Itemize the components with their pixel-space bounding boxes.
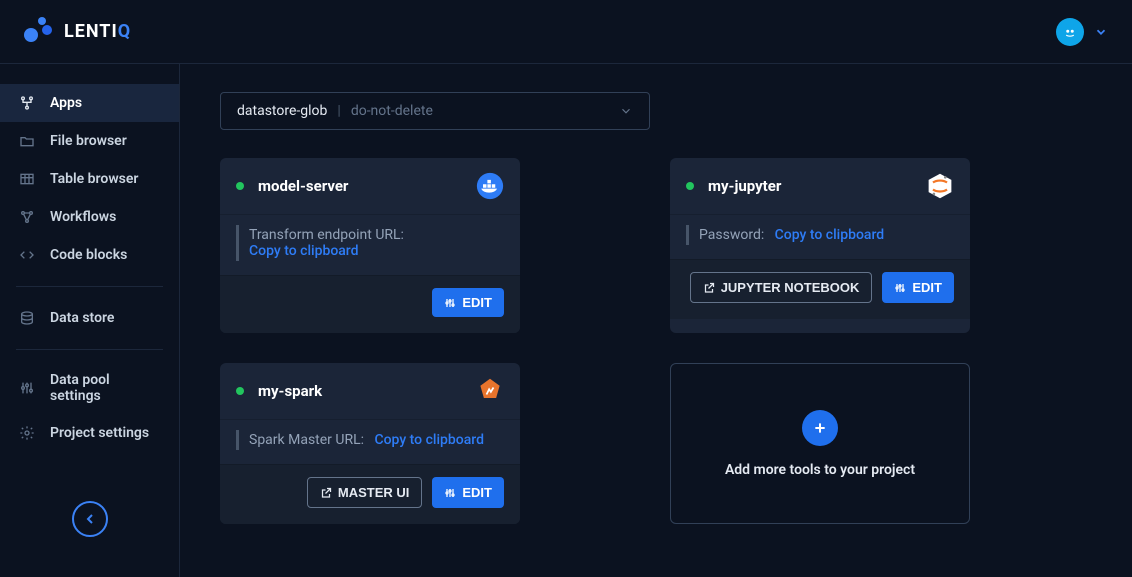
table-icon bbox=[18, 170, 36, 188]
add-tool-card[interactable]: Add more tools to your project bbox=[670, 363, 970, 524]
button-label: EDIT bbox=[912, 280, 942, 295]
button-label: JUPYTER NOTEBOOK bbox=[721, 280, 860, 295]
gear-icon bbox=[18, 424, 36, 442]
user-menu[interactable] bbox=[1056, 18, 1108, 46]
selector-primary: datastore-glob bbox=[237, 103, 327, 119]
open-jupyter-button[interactable]: JUPYTER NOTEBOOK bbox=[690, 272, 873, 303]
workflows-icon bbox=[18, 208, 36, 226]
main-content: datastore-glob | do-not-delete model-ser… bbox=[180, 64, 1132, 577]
sidebar-item-project-settings[interactable]: Project settings bbox=[0, 414, 179, 452]
sidebar-item-label: Code blocks bbox=[50, 247, 127, 263]
logo-mark-icon bbox=[24, 17, 54, 47]
sidebar-item-label: File browser bbox=[50, 133, 127, 149]
card-title: my-spark bbox=[258, 382, 322, 400]
info-label: Transform endpoint URL: bbox=[249, 227, 494, 243]
app-card-my-spark: my-spark Spark Master URL: Copy to clipb… bbox=[220, 363, 520, 524]
sidebar-item-file-browser[interactable]: File browser bbox=[0, 122, 179, 160]
jupyter-icon bbox=[926, 172, 954, 200]
sidebar-item-label: Table browser bbox=[50, 171, 138, 187]
chevron-down-icon bbox=[1094, 25, 1108, 39]
spark-icon bbox=[476, 377, 504, 405]
status-dot-running bbox=[236, 387, 244, 395]
info-label: Spark Master URL: bbox=[249, 432, 364, 448]
sidebar-item-code-blocks[interactable]: Code blocks bbox=[0, 236, 179, 274]
project-selector[interactable]: datastore-glob | do-not-delete bbox=[220, 92, 650, 130]
open-master-ui-button[interactable]: MASTER UI bbox=[307, 477, 423, 508]
copy-to-clipboard-link[interactable]: Copy to clipboard bbox=[775, 227, 885, 243]
card-title: model-server bbox=[258, 177, 348, 195]
sliders-icon bbox=[18, 379, 36, 397]
sidebar-item-workflows[interactable]: Workflows bbox=[0, 198, 179, 236]
sidebar-item-data-store[interactable]: Data store bbox=[0, 299, 179, 337]
edit-button[interactable]: EDIT bbox=[432, 288, 504, 317]
selector-secondary: do-not-delete bbox=[351, 103, 433, 119]
copy-to-clipboard-link[interactable]: Copy to clipboard bbox=[374, 432, 484, 448]
info-label: Password: bbox=[699, 227, 764, 243]
code-icon bbox=[18, 246, 36, 264]
sidebar-item-label: Data pool settings bbox=[50, 372, 161, 404]
sidebar-item-table-browser[interactable]: Table browser bbox=[0, 160, 179, 198]
avatar bbox=[1056, 18, 1084, 46]
button-label: EDIT bbox=[462, 485, 492, 500]
topbar: LENTIQ bbox=[0, 0, 1132, 64]
apps-icon bbox=[18, 94, 36, 112]
sidebar: Apps File browser Table browser Workflow… bbox=[0, 64, 180, 577]
copy-to-clipboard-link[interactable]: Copy to clipboard bbox=[249, 243, 494, 259]
brand-text: LENTIQ bbox=[64, 21, 131, 42]
add-tool-text: Add more tools to your project bbox=[725, 462, 915, 478]
edit-button[interactable]: EDIT bbox=[882, 272, 954, 303]
brand-logo[interactable]: LENTIQ bbox=[24, 17, 131, 47]
sidebar-item-data-pool-settings[interactable]: Data pool settings bbox=[0, 362, 179, 414]
divider bbox=[16, 286, 163, 287]
app-card-my-jupyter: my-jupyter Password: Copy to clipboard J… bbox=[670, 158, 970, 333]
edit-button[interactable]: EDIT bbox=[432, 477, 504, 508]
sidebar-item-label: Project settings bbox=[50, 425, 149, 441]
status-dot-running bbox=[686, 182, 694, 190]
divider bbox=[16, 349, 163, 350]
sidebar-item-label: Apps bbox=[50, 95, 82, 111]
chevron-down-icon bbox=[619, 104, 633, 118]
status-dot-running bbox=[236, 182, 244, 190]
collapse-sidebar-button[interactable] bbox=[72, 501, 108, 537]
sidebar-item-apps[interactable]: Apps bbox=[0, 84, 179, 122]
docker-icon bbox=[476, 172, 504, 200]
selector-separator: | bbox=[337, 103, 340, 119]
database-icon bbox=[18, 309, 36, 327]
card-title: my-jupyter bbox=[708, 177, 781, 195]
button-label: MASTER UI bbox=[338, 485, 410, 500]
sidebar-item-label: Workflows bbox=[50, 209, 116, 225]
folder-icon bbox=[18, 132, 36, 150]
plus-icon[interactable] bbox=[802, 410, 838, 446]
app-card-model-server: model-server Transform endpoint URL: Cop… bbox=[220, 158, 520, 333]
button-label: EDIT bbox=[462, 295, 492, 310]
sidebar-item-label: Data store bbox=[50, 310, 114, 326]
